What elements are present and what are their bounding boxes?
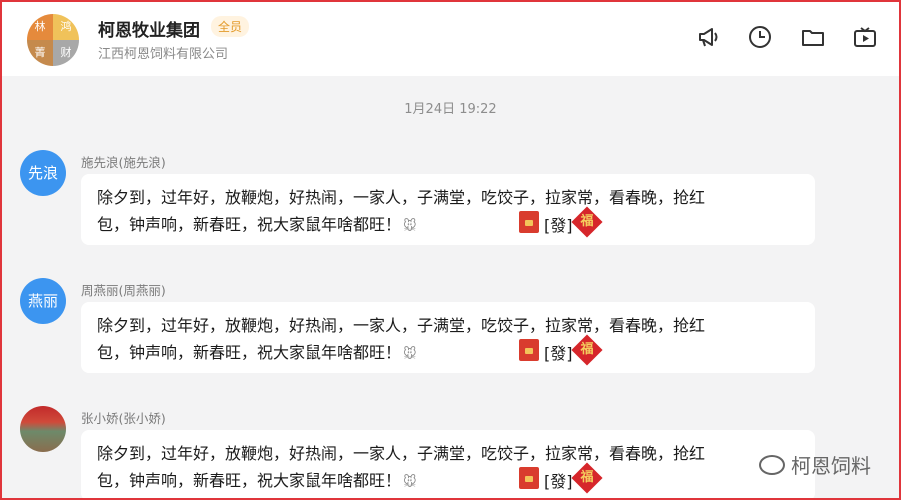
group-subtitle: 江西柯恩饲料有限公司 — [98, 47, 229, 62]
message-line: 包，钟声响，新春旺，祝大家鼠年啥都旺！ 🐭 — [97, 343, 417, 362]
group-avatar[interactable]: 林 鸿 菁 财 — [27, 14, 79, 66]
wechat-icon — [759, 455, 785, 475]
emoji-label: [發] — [544, 472, 573, 491]
avatar-char: 财 — [53, 40, 79, 66]
red-envelope-icon — [519, 211, 539, 233]
account-watermark: 柯恩饲料 — [759, 450, 871, 479]
video-icon[interactable] — [852, 24, 878, 50]
message-line: 包，钟声响，新春旺，祝大家鼠年啥都旺！ 🐭 — [97, 215, 417, 234]
message-line: 除夕到，过年好，放鞭炮，好热闹，一家人，子满堂，吃饺子，拉家常，看春晚，抢红 — [97, 188, 706, 207]
member-badge: 全员 — [211, 16, 250, 37]
emoji-label: [發] — [544, 344, 573, 363]
message-bubble[interactable]: 除夕到，过年好，放鞭炮，好热闹，一家人，子满堂，吃饺子，拉家常，看春晚，抢红 包… — [81, 430, 815, 498]
message-bubble[interactable]: 除夕到，过年好，放鞭炮，好热闹，一家人，子满堂，吃饺子，拉家常，看春晚，抢红 包… — [81, 174, 815, 245]
avatar-char: 菁 — [27, 40, 53, 66]
avatar-char: 林 — [27, 14, 53, 40]
red-envelope-icon — [519, 467, 539, 489]
avatar-char: 鸿 — [53, 14, 79, 40]
clock-icon[interactable] — [747, 24, 773, 50]
sender-avatar[interactable] — [20, 406, 66, 452]
mouse-emoji-icon: 🐭 — [403, 475, 417, 490]
message-timestamp: 1月24日 19:22 — [404, 102, 497, 117]
sender-avatar[interactable]: 先浪 — [20, 150, 66, 196]
sender-name: 周燕丽(周燕丽) — [81, 283, 166, 298]
chat-window: 林 鸿 菁 财 柯恩牧业集团 全员 江西柯恩饲料有限公司 1月24日 19:22… — [0, 0, 901, 500]
red-envelope-icon — [519, 339, 539, 361]
megaphone-icon[interactable] — [696, 24, 722, 50]
message-line: 包，钟声响，新春旺，祝大家鼠年啥都旺！ 🐭 — [97, 471, 417, 490]
sender-name: 施先浪(施先浪) — [81, 155, 166, 170]
sender-avatar[interactable]: 燕丽 — [20, 278, 66, 324]
message-line: 除夕到，过年好，放鞭炮，好热闹，一家人，子满堂，吃饺子，拉家常，看春晚，抢红 — [97, 316, 706, 335]
mouse-emoji-icon: 🐭 — [403, 219, 417, 234]
group-name: 柯恩牧业集团 — [98, 21, 200, 41]
emoji-label: [發] — [544, 216, 573, 235]
message-line: 除夕到，过年好，放鞭炮，好热闹，一家人，子满堂，吃饺子，拉家常，看春晚，抢红 — [97, 444, 706, 463]
sender-name: 张小娇(张小娇) — [81, 411, 166, 426]
fu-icon: 福 — [571, 462, 603, 494]
fu-icon: 福 — [571, 206, 603, 238]
fu-icon: 福 — [571, 334, 603, 366]
chat-header: 林 鸿 菁 财 柯恩牧业集团 全员 江西柯恩饲料有限公司 — [2, 2, 899, 76]
message-bubble[interactable]: 除夕到，过年好，放鞭炮，好热闹，一家人，子满堂，吃饺子，拉家常，看春晚，抢红 包… — [81, 302, 815, 373]
folder-icon[interactable] — [800, 24, 826, 50]
mouse-emoji-icon: 🐭 — [403, 347, 417, 362]
